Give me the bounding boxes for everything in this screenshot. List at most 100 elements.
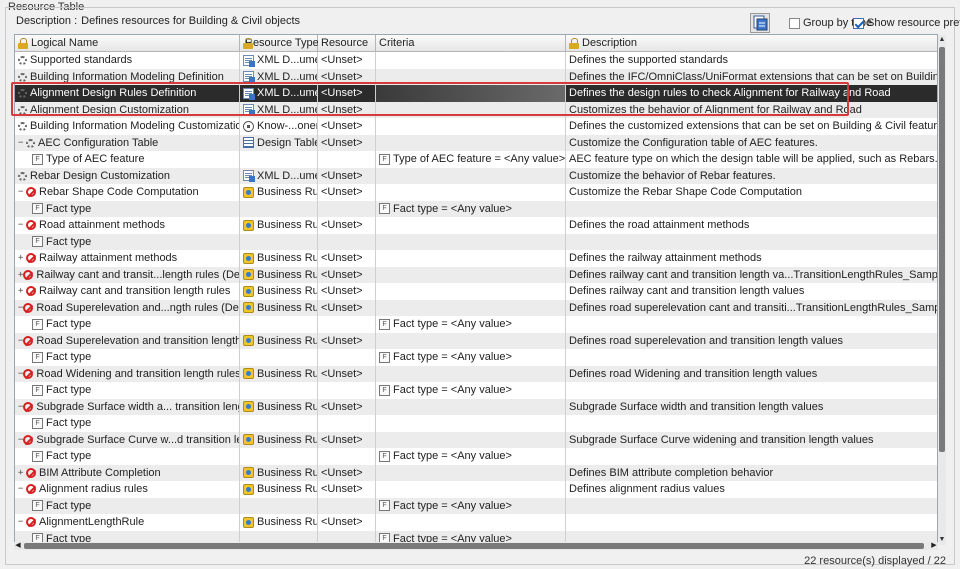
column-resource-type[interactable]: Resource Type bbox=[240, 35, 319, 52]
resource-type-text: Business Rule bbox=[257, 219, 318, 232]
cell-resource[interactable] bbox=[318, 316, 376, 333]
scroll-up-icon[interactable]: ▲ bbox=[938, 35, 946, 45]
cell-resource[interactable]: <Unset> bbox=[318, 184, 376, 201]
cell-resource[interactable] bbox=[318, 151, 376, 168]
cell-resource[interactable]: <Unset> bbox=[318, 85, 376, 102]
cell-resource-type: Business Rule bbox=[240, 283, 318, 300]
table-row[interactable]: F Fact type F Fact type = <Any value> bbox=[15, 200, 937, 217]
table-row[interactable]: + BIM Attribute Completion Business Rule<U… bbox=[15, 464, 937, 481]
cell-resource[interactable] bbox=[318, 349, 376, 366]
table-row[interactable]: Alignment Design Customization XML D...um… bbox=[15, 101, 937, 118]
table-row[interactable]: F Type of AEC feature F Type of AEC feature… bbox=[15, 151, 937, 168]
cell-resource-type: XML D...ument bbox=[240, 68, 318, 85]
cell-resource[interactable]: <Unset> bbox=[318, 68, 376, 85]
cell-resource[interactable]: <Unset> bbox=[318, 464, 376, 481]
table-row[interactable]: − AEC Configuration Table Design Table <Uns… bbox=[15, 134, 937, 151]
collapse-icon[interactable]: − bbox=[18, 220, 26, 230]
table-row[interactable]: Building Information Modeling Definition… bbox=[15, 68, 937, 85]
table-row[interactable]: F Fact type bbox=[15, 233, 937, 250]
cell-resource[interactable] bbox=[318, 382, 376, 399]
prohibited-icon bbox=[26, 517, 36, 528]
show-preview-box[interactable] bbox=[853, 17, 864, 29]
cell-resource[interactable]: <Unset> bbox=[318, 283, 376, 300]
column-criteria[interactable]: Criteria bbox=[376, 35, 566, 52]
table-row[interactable]: Building Information Modeling Customizat… bbox=[15, 118, 937, 135]
expand-icon[interactable]: + bbox=[18, 286, 26, 296]
column-resource[interactable]: Resource bbox=[318, 35, 376, 52]
cell-resource[interactable] bbox=[318, 415, 376, 432]
cell-resource[interactable]: <Unset> bbox=[318, 217, 376, 234]
table-row[interactable]: + Railway cant and transit...length rules… bbox=[15, 266, 937, 283]
table-row[interactable]: − Road Superelevation and...ngth rules (D… bbox=[15, 299, 937, 316]
cell-resource[interactable]: <Unset> bbox=[318, 481, 376, 498]
row-name: Fact type bbox=[46, 318, 92, 331]
gear-icon bbox=[18, 105, 27, 115]
table-row[interactable]: − Road attainment methods Business Rule<Un… bbox=[15, 217, 937, 234]
table-row[interactable]: F Fact type F Fact type = <Any value> bbox=[15, 497, 937, 514]
scroll-down-icon[interactable]: ▼ bbox=[938, 535, 946, 545]
row-name: Railway cant and transit...length rules … bbox=[36, 268, 240, 281]
cell-description: Defines road Widening and transition len… bbox=[566, 366, 937, 383]
table-row[interactable]: − Alignment radius rules Business Rule<Uns… bbox=[15, 481, 937, 498]
vertical-scroll-thumb[interactable] bbox=[939, 47, 945, 452]
resource-type-text: Business Rule bbox=[257, 516, 318, 529]
cell-resource[interactable] bbox=[318, 497, 376, 514]
vertical-scrollbar[interactable]: ▲ ▼ bbox=[938, 35, 946, 545]
table-row[interactable]: F Fact type F Fact type = <Any value> bbox=[15, 448, 937, 465]
cell-resource[interactable]: <Unset> bbox=[318, 134, 376, 151]
collapse-icon[interactable]: − bbox=[18, 138, 26, 148]
scroll-right-icon[interactable]: ▶ bbox=[930, 542, 938, 550]
table-row[interactable]: F Fact type F Fact type = <Any value> bbox=[15, 382, 937, 399]
cell-resource[interactable]: <Unset> bbox=[318, 266, 376, 283]
collapse-icon[interactable]: − bbox=[18, 484, 26, 494]
cell-resource[interactable]: <Unset> bbox=[318, 101, 376, 118]
cell-resource-type bbox=[240, 349, 318, 366]
cell-resource[interactable] bbox=[318, 233, 376, 250]
table-row[interactable]: − Rebar Shape Code Computation Business Ru… bbox=[15, 184, 937, 201]
table-row[interactable]: + Railway cant and transition length rule… bbox=[15, 283, 937, 300]
horizontal-scrollbar[interactable]: ◀ ▶ bbox=[14, 542, 938, 550]
prohibited-icon bbox=[26, 187, 36, 198]
cell-resource[interactable]: <Unset> bbox=[318, 514, 376, 531]
cell-resource[interactable]: <Unset> bbox=[318, 167, 376, 184]
cell-resource[interactable]: <Unset> bbox=[318, 365, 376, 382]
copy-resource-icon bbox=[753, 15, 768, 31]
cell-resource[interactable]: <Unset> bbox=[318, 52, 376, 69]
cell-resource[interactable]: <Unset> bbox=[318, 299, 376, 316]
table-row[interactable]: − AlignmentLengthRule Business Rule<Unset> bbox=[15, 514, 937, 531]
collapse-icon[interactable]: − bbox=[18, 517, 26, 527]
table-row[interactable]: − Road Superelevation and transition leng… bbox=[15, 332, 937, 349]
cell-resource[interactable] bbox=[318, 200, 376, 217]
cell-resource[interactable]: <Unset> bbox=[318, 118, 376, 135]
table-row[interactable]: Alignment Design Rules Definition XML D..… bbox=[15, 85, 937, 102]
table-row[interactable]: − Subgrade Surface Curve w...d transition… bbox=[15, 431, 937, 448]
table-row[interactable]: − Subgrade Surface width a... transition … bbox=[15, 398, 937, 415]
cell-logical-name: − Road attainment methods bbox=[15, 217, 240, 234]
table-row[interactable]: + Railway attainment methods Business Rule… bbox=[15, 250, 937, 267]
expand-icon[interactable]: + bbox=[18, 253, 26, 263]
cell-resource[interactable]: <Unset> bbox=[318, 431, 376, 448]
table-row[interactable]: F Fact type bbox=[15, 415, 937, 432]
cell-resource[interactable]: <Unset> bbox=[318, 250, 376, 267]
expand-icon[interactable]: + bbox=[18, 468, 26, 478]
table-row[interactable]: F Fact type F Fact type = <Any value> bbox=[15, 316, 937, 333]
cell-logical-name: − Road Superelevation and transition leng… bbox=[15, 332, 240, 349]
column-description[interactable]: Description bbox=[566, 35, 937, 52]
horizontal-scroll-thumb[interactable] bbox=[24, 543, 924, 549]
collapse-icon[interactable]: − bbox=[18, 187, 26, 197]
scroll-left-icon[interactable]: ◀ bbox=[14, 542, 22, 550]
table-row[interactable]: F Fact type F Fact type = <Any value> bbox=[15, 349, 937, 366]
show-preview-checkbox[interactable]: Show resource preview bbox=[853, 17, 960, 29]
cell-resource[interactable]: <Unset> bbox=[318, 398, 376, 415]
table-row[interactable]: Supported standards XML D...ument<Unset> D… bbox=[15, 52, 937, 69]
copy-resource-button[interactable] bbox=[750, 13, 770, 33]
cell-logical-name: + Railway attainment methods bbox=[15, 250, 240, 267]
cell-resource[interactable] bbox=[318, 448, 376, 465]
rule-icon bbox=[243, 401, 254, 413]
column-logical-name[interactable]: Logical Name bbox=[15, 35, 240, 52]
cell-resource[interactable]: <Unset> bbox=[318, 332, 376, 349]
table-row[interactable]: Rebar Design Customization XML D...ument<… bbox=[15, 167, 937, 184]
prohibited-icon bbox=[26, 253, 36, 264]
group-by-type-box[interactable] bbox=[789, 17, 800, 29]
table-row[interactable]: − Road Widening and transition length rul… bbox=[15, 365, 937, 383]
